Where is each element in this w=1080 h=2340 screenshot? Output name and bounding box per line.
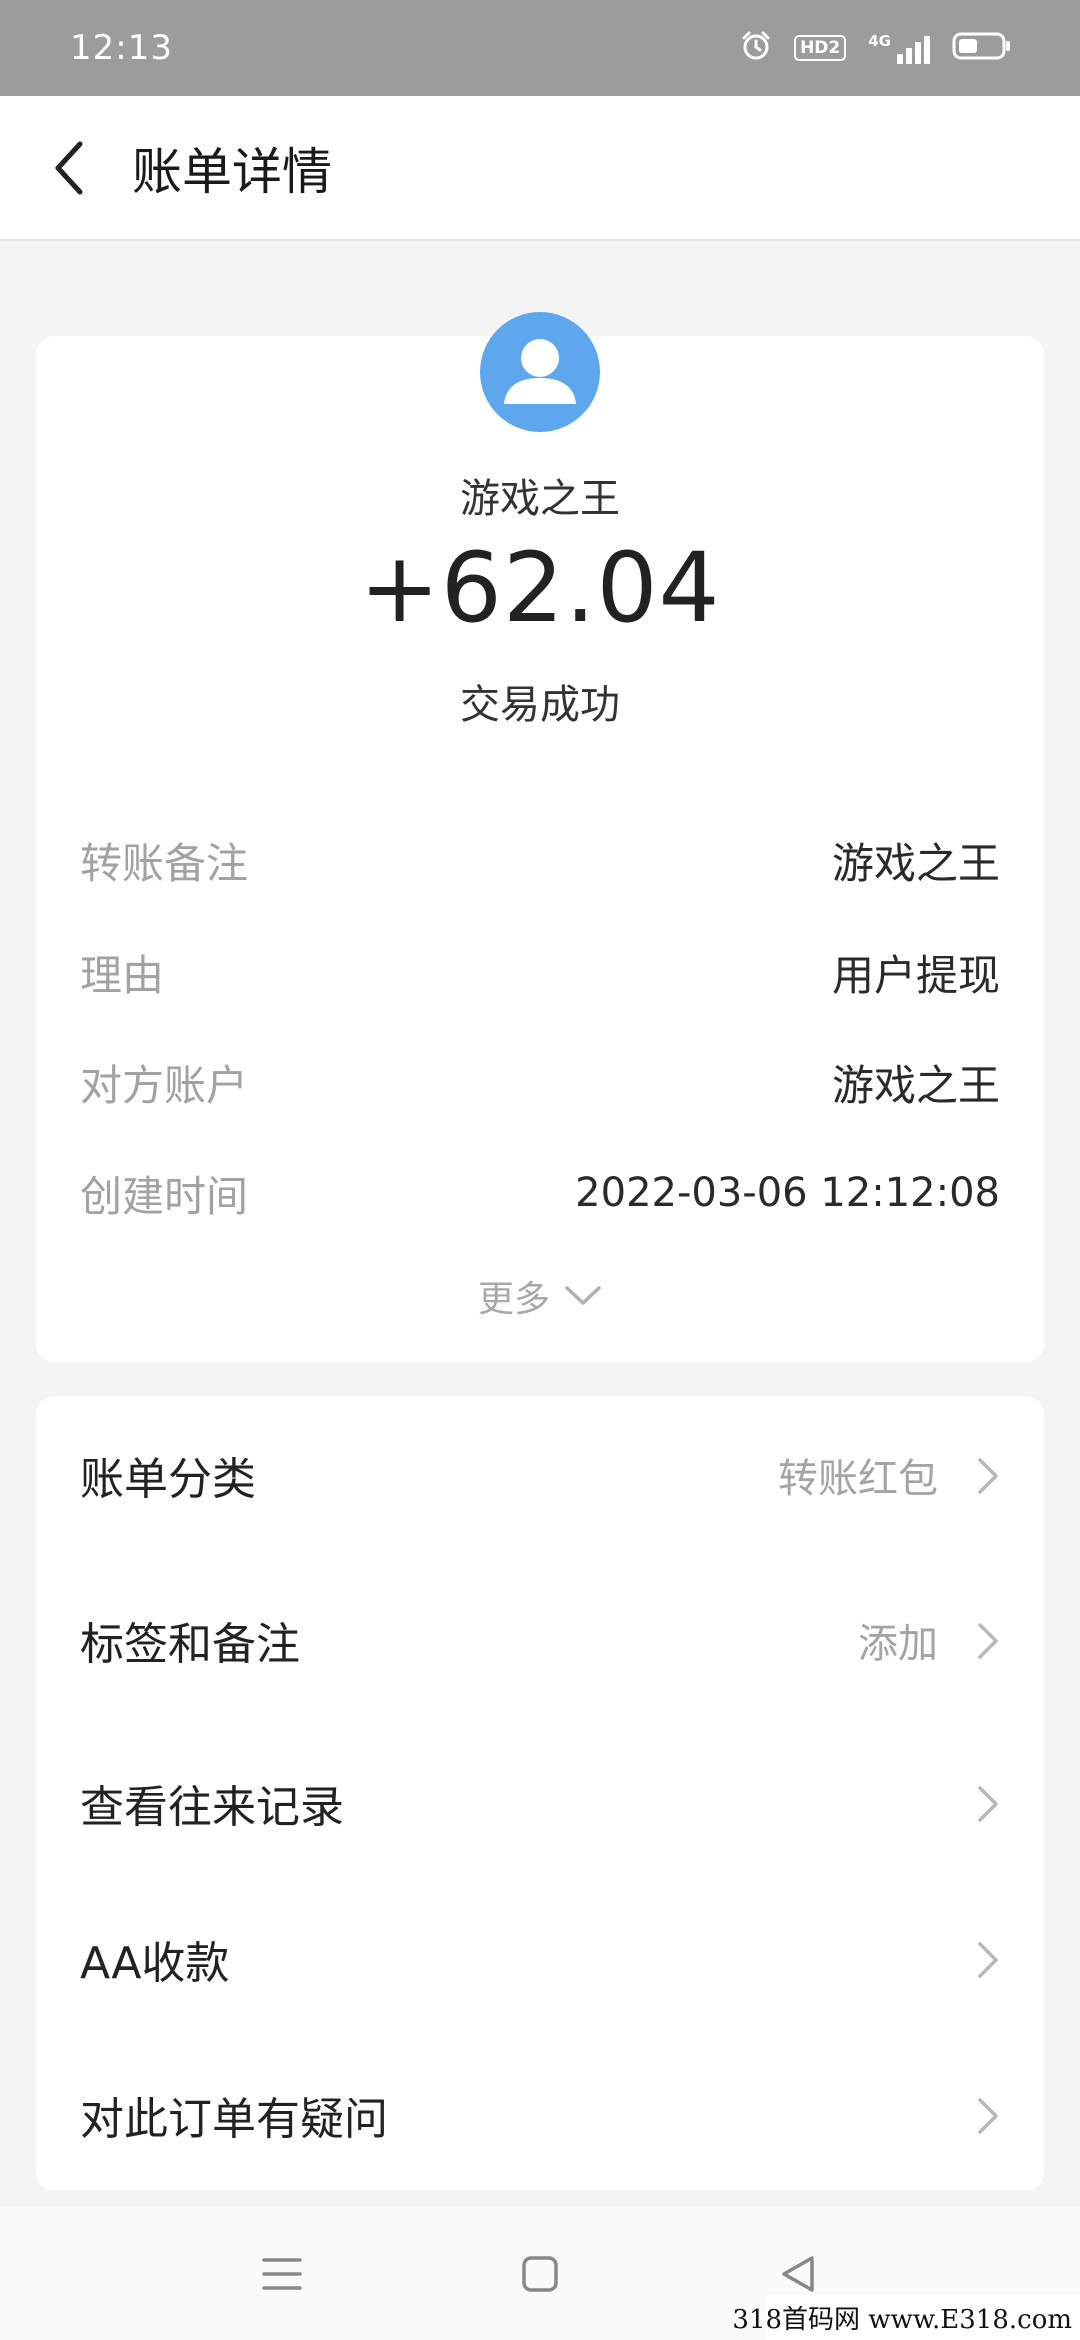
chevron-left-icon [55,141,83,194]
chevron-right-icon [978,1786,998,1822]
hd-icon: HD2 [794,35,847,61]
detail-row-created-time: 创建时间 2022-03-06 12:12:08 [80,1163,1000,1223]
detail-label: 对方账户 [80,1060,249,1110]
detail-row-transfer-note: 转账备注 游戏之王 [80,830,1000,890]
menu-item-label: 对此订单有疑问 [80,2094,388,2145]
menu-item-aa-collect[interactable]: AA收款 [36,1904,1044,2014]
detail-row-reason: 理由 用户提现 [80,942,1000,1002]
menu-item-value: 添加 [858,1621,938,1667]
menu-icon [262,2258,302,2290]
detail-value: 游戏之王 [831,838,1000,888]
detail-value: 用户提现 [831,950,1000,1000]
signal-icon: 4G [868,32,930,64]
status-bar: 12:13 HD2 4G [0,0,1080,96]
menu-item-label: 标签和备注 [80,1619,300,1670]
menu-item-label: AA收款 [80,1938,230,1989]
status-icons: HD2 4G [740,30,1012,66]
detail-label: 转账备注 [80,838,249,888]
home-square-icon [522,2256,558,2292]
page-title: 账单详情 [132,142,332,201]
menu-item-label: 查看往来记录 [80,1782,344,1833]
counterparty-name: 游戏之王 [460,476,620,522]
menu-item-bill-category[interactable]: 账单分类 转账红包 [36,1420,1044,1530]
back-button[interactable] [22,120,118,216]
back-triangle-icon [782,2256,814,2292]
chevron-down-icon [565,1286,601,1305]
menu-item-tags-notes[interactable]: 标签和备注 添加 [36,1585,1044,1695]
chevron-right-icon [978,1942,998,1978]
nav-home-button[interactable] [510,2244,570,2304]
nav-menu-button[interactable] [252,2244,312,2304]
menu-item-order-question[interactable]: 对此订单有疑问 [36,2060,1044,2170]
more-button[interactable]: 更多 [0,1270,1080,1322]
status-time: 12:13 [70,28,173,68]
battery-icon [952,31,1012,65]
detail-row-counterparty-account: 对方账户 游戏之王 [80,1052,1000,1112]
menu-item-view-records[interactable]: 查看往来记录 [36,1748,1044,1858]
chevron-right-icon [978,1623,998,1659]
detail-label: 理由 [80,950,165,1000]
menu-item-label: 账单分类 [80,1454,256,1505]
user-icon [504,339,576,404]
more-label: 更多 [477,1279,550,1320]
alarm-icon [740,30,772,66]
network-type-label: 4G [868,32,891,50]
detail-value: 游戏之王 [831,1060,1000,1110]
menu-item-value: 转账红包 [778,1456,938,1502]
detail-label: 创建时间 [80,1171,249,1221]
app-header: 账单详情 [0,96,1080,241]
watermark: 318首码网 www.E318.com [732,2294,1080,2340]
transaction-amount: +62.04 [359,532,721,644]
transaction-status: 交易成功 [460,682,620,728]
chevron-right-icon [978,2098,998,2134]
chevron-right-icon [978,1458,998,1494]
avatar [480,312,600,432]
detail-value: 2022-03-06 12:12:08 [575,1170,1000,1216]
